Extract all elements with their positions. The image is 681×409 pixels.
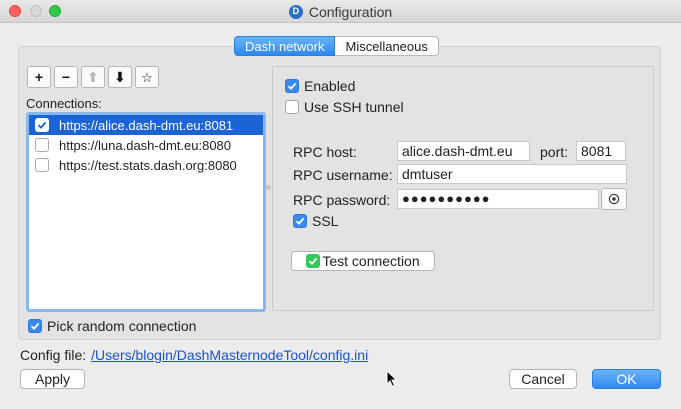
rpc-username-label: RPC username:: [293, 167, 393, 183]
splitter-handle[interactable]: [266, 185, 271, 190]
rpc-username-input[interactable]: dmtuser: [397, 164, 627, 184]
ssh-tunnel-checkbox[interactable]: [285, 100, 299, 114]
checkmark-icon: [37, 121, 47, 129]
pick-random-label: Pick random connection: [47, 318, 197, 334]
cancel-button[interactable]: Cancel: [509, 369, 577, 389]
connections-label: Connections:: [26, 96, 102, 111]
enabled-row[interactable]: Enabled: [285, 78, 355, 94]
enabled-checkbox[interactable]: [285, 79, 299, 93]
star-icon[interactable]: ☆: [135, 66, 159, 88]
tab-dash-network[interactable]: Dash network: [234, 36, 336, 56]
ssl-label: SSL: [312, 213, 339, 229]
pick-random-checkbox[interactable]: [28, 319, 42, 333]
checkmark-icon: [287, 82, 297, 90]
connections-toolbar: + − ⬆ ⬇ ☆: [27, 66, 159, 88]
list-item[interactable]: https://alice.dash-dmt.eu:8081: [29, 115, 263, 135]
window-title-group: D Configuration: [0, 0, 681, 23]
show-password-button[interactable]: [601, 188, 627, 210]
connection-url: https://luna.dash-dmt.eu:8080: [59, 137, 232, 153]
rpc-host-label: RPC host:: [293, 144, 357, 160]
ssl-checkbox[interactable]: [293, 214, 307, 228]
connection-checkbox[interactable]: [35, 118, 49, 132]
config-file-label: Config file:: [20, 347, 87, 363]
apply-button[interactable]: Apply: [20, 369, 85, 389]
connection-url: https://test.stats.dash.org:8080: [59, 157, 237, 173]
list-item[interactable]: https://test.stats.dash.org:8080: [29, 155, 263, 175]
checkmark-icon: [30, 322, 40, 330]
dash-app-icon: D: [288, 4, 303, 19]
rpc-password-input[interactable]: ●●●●●●●●●●: [397, 189, 599, 209]
rpc-host-input[interactable]: alice.dash-dmt.eu: [397, 141, 530, 161]
tab-bar: Dash network Miscellaneous: [234, 36, 439, 56]
green-check-icon: [306, 254, 321, 268]
window-title: Configuration: [308, 3, 393, 20]
move-down-button[interactable]: ⬇: [108, 66, 132, 88]
move-up-button[interactable]: ⬆: [81, 66, 105, 88]
connection-checkbox[interactable]: [35, 158, 49, 172]
pick-random-row[interactable]: Pick random connection: [28, 318, 196, 334]
remove-connection-button[interactable]: −: [54, 66, 78, 88]
mouse-cursor-icon: [386, 370, 398, 388]
port-label: port:: [540, 144, 569, 160]
connections-list[interactable]: https://alice.dash-dmt.eu:8081 https://l…: [26, 112, 266, 312]
port-input[interactable]: 8081: [576, 141, 626, 161]
tab-miscellaneous[interactable]: Miscellaneous: [335, 36, 439, 56]
connection-checkbox[interactable]: [35, 138, 49, 152]
ssh-tunnel-row[interactable]: Use SSH tunnel: [285, 99, 404, 115]
test-connection-label: Test connection: [322, 253, 420, 269]
checkmark-icon: [295, 217, 305, 225]
eye-icon: [608, 193, 620, 205]
configuration-window: D Configuration Dash network Miscellaneo…: [0, 0, 681, 409]
config-file-row: Config file: /Users/blogin/DashMasternod…: [20, 347, 368, 363]
config-file-link[interactable]: /Users/blogin/DashMasternodeTool/config.…: [91, 347, 368, 363]
enabled-label: Enabled: [304, 78, 356, 94]
ok-button[interactable]: OK: [592, 369, 661, 389]
add-connection-button[interactable]: +: [27, 66, 51, 88]
ssh-tunnel-label: Use SSH tunnel: [304, 99, 404, 115]
test-connection-button[interactable]: Test connection: [291, 251, 435, 271]
ssl-row[interactable]: SSL: [293, 213, 338, 229]
list-item[interactable]: https://luna.dash-dmt.eu:8080: [29, 135, 263, 155]
connection-url: https://alice.dash-dmt.eu:8081: [59, 117, 234, 133]
rpc-password-label: RPC password:: [293, 192, 391, 208]
title-bar: D Configuration: [0, 0, 681, 23]
